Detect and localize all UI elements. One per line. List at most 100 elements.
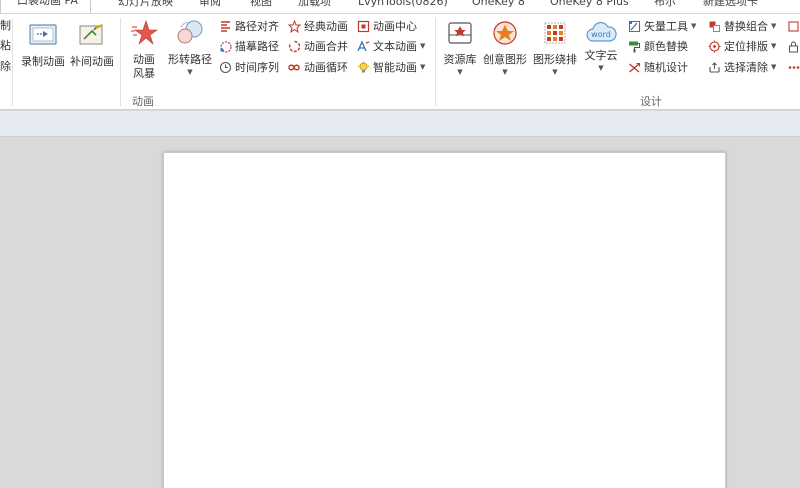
chevron-down-icon: ▼ (552, 68, 558, 76)
resource-library-icon (440, 19, 480, 51)
word-cloud-icon-text: word (591, 30, 611, 39)
cloud-icon: word (585, 19, 617, 47)
slide-canvas[interactable] (163, 152, 726, 488)
chevron-down-icon: ▼ (771, 22, 777, 30)
trace-path-button[interactable]: 描摹路径 (218, 37, 279, 56)
chevron-down-icon: ▼ (771, 63, 777, 71)
select-clear-button[interactable]: 选择清除 ▼ (707, 58, 776, 77)
tab-addins[interactable]: 加载项 (298, 0, 331, 13)
paint-roller-icon (627, 40, 641, 54)
group-separator (435, 18, 436, 106)
color-replace-button[interactable]: 颜色替换 (627, 37, 688, 56)
text-animation-icon (356, 40, 370, 54)
chevron-down-icon: ▼ (187, 68, 193, 76)
record-animation-label: 录制动画 (21, 55, 65, 68)
crosshair-icon (707, 40, 721, 54)
resource-library-label: 资源库 (443, 53, 477, 66)
cut-off-label-3[interactable]: 除 (0, 60, 11, 74)
tween-animation-button[interactable]: 补间动画 (68, 21, 116, 69)
cut-off-label-2[interactable]: 粘 (0, 39, 11, 53)
animation-merge-button[interactable]: 动画合并 (287, 37, 348, 56)
creative-shape-label: 创意图形 (483, 53, 527, 66)
checkbox-icon (786, 20, 800, 34)
tween-animation-label: 补间动画 (70, 55, 114, 68)
trace-path-label: 描摹路径 (235, 40, 279, 53)
chevron-down-icon: ▼ (420, 63, 426, 71)
tween-animation-icon (68, 21, 116, 53)
random-design-label: 随机设计 (644, 61, 688, 74)
group-separator (120, 18, 121, 106)
chevron-down-icon: ▼ (691, 22, 697, 30)
tab-onekey8-plus[interactable]: OneKey 8 Plus (550, 0, 629, 13)
star-burst-icon (122, 19, 166, 51)
replace-combine-label: 替换组合 (724, 20, 768, 33)
tab-review[interactable]: 审阅 (199, 0, 221, 13)
path-align-button[interactable]: 路径对齐 (218, 17, 279, 36)
tab-boolean[interactable]: 布尔 (654, 0, 676, 13)
select-clear-icon (707, 61, 721, 75)
cut-off-label-1[interactable]: 制 (0, 19, 11, 33)
tab-pocket-animation[interactable]: 口袋动画 PA (0, 0, 91, 13)
animation-group-label: 动画 (132, 95, 154, 108)
path-align-label: 路径对齐 (235, 20, 279, 33)
record-animation-button[interactable]: 录制动画 (18, 21, 68, 69)
animation-loop-label: 动画循环 (304, 61, 348, 74)
select-clear-label: 选择清除 (724, 61, 768, 74)
ruler-strip (0, 111, 800, 137)
tab-view[interactable]: 视图 (250, 0, 272, 13)
vector-tools-button[interactable]: 矢量工具 ▼ (627, 17, 696, 36)
chevron-down-icon: ▼ (598, 64, 604, 72)
chevron-down-icon: ▼ (420, 42, 426, 50)
time-sequence-button[interactable]: 时间序列 (218, 58, 279, 77)
shape-layout-icon (530, 19, 580, 51)
slide-workspace[interactable] (0, 137, 800, 488)
shape-layout-button[interactable]: 图形绕排 ▼ (530, 19, 580, 77)
animation-storm-label-1: 动画 (133, 53, 155, 66)
tab-new[interactable]: 新建选项卡 (703, 0, 758, 13)
lock-icon (786, 40, 800, 54)
smart-animation-button[interactable]: 智能动画 ▼ (356, 58, 425, 77)
vector-tools-icon (627, 20, 641, 34)
star-icon (287, 20, 301, 34)
chevron-down-icon: ▼ (771, 42, 777, 50)
tab-slideshow[interactable]: 幻灯片放映 (118, 0, 173, 13)
word-cloud-button[interactable]: word 文字云 ▼ (580, 19, 622, 73)
lightbulb-icon (356, 61, 370, 75)
infinity-loop-icon (287, 61, 301, 75)
text-animation-button[interactable]: 文本动画 ▼ (356, 37, 425, 56)
classic-animation-label: 经典动画 (304, 20, 348, 33)
replace-combine-icon (707, 20, 721, 34)
replace-combine-button[interactable]: 替换组合 ▼ (707, 17, 776, 36)
record-animation-icon (18, 21, 68, 53)
resource-library-button[interactable]: 资源库 ▼ (440, 19, 480, 77)
design-group-label: 设计 (640, 95, 662, 108)
clock-icon (218, 61, 232, 75)
cut-off-tool-1[interactable] (786, 17, 800, 36)
text-animation-label: 文本动画 (373, 40, 417, 53)
position-layout-button[interactable]: 定位排版 ▼ (707, 37, 776, 56)
animation-storm-button[interactable]: 动画 风暴 (122, 19, 166, 81)
time-sequence-label: 时间序列 (235, 61, 279, 74)
classic-animation-button[interactable]: 经典动画 (287, 17, 348, 36)
trace-path-icon (218, 40, 232, 54)
ribbon-tab-strip: 口袋动画 PA 幻灯片放映 审阅 视图 加载项 LvyhTools(0826) … (0, 0, 800, 14)
random-design-button[interactable]: 随机设计 (627, 58, 688, 77)
cut-off-tool-2[interactable] (786, 37, 800, 56)
merge-icon (287, 40, 301, 54)
animation-loop-button[interactable]: 动画循环 (287, 58, 348, 77)
tab-onekey8[interactable]: OneKey 8 (472, 0, 525, 13)
animation-center-button[interactable]: 动画中心 (356, 17, 417, 36)
chevron-down-icon: ▼ (457, 68, 463, 76)
color-replace-label: 颜色替换 (644, 40, 688, 53)
creative-shape-button[interactable]: 创意图形 ▼ (480, 19, 530, 77)
animation-merge-label: 动画合并 (304, 40, 348, 53)
animation-storm-label-2: 风暴 (133, 67, 155, 80)
tab-lvyhtools[interactable]: LvyhTools(0826) (358, 0, 448, 13)
creative-shape-icon (480, 19, 530, 51)
ribbon-panel: 制 粘 除 录制动画 补间动画 动画 风暴 形转路径 ▼ 路径对齐 描摹路径 时… (0, 14, 800, 110)
morph-path-label: 形转路径 (168, 53, 212, 66)
shape-layout-label: 图形绕排 (533, 53, 577, 66)
morph-path-button[interactable]: 形转路径 ▼ (164, 19, 216, 77)
cut-off-tool-3[interactable] (786, 58, 800, 77)
center-target-icon (356, 20, 370, 34)
